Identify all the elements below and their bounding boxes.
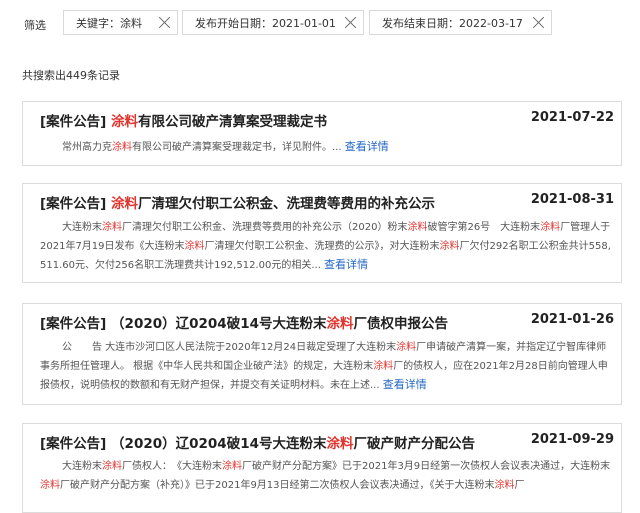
result-date: 2021-08-31 (530, 192, 614, 207)
filter-chip-start-date[interactable]: 发布开始日期：2021-01-01 (182, 10, 364, 35)
snippet-text: 厂破产财产分配方案》已于2021年3月9日经第一次债权人会议表决通过，大连粉末 (242, 461, 611, 472)
result-card: [案件公告] 涂料有限公司破产清算案受理裁定书 2021-07-22 常州高力克… (22, 101, 622, 166)
snippet-text: 有限公司破产清算案受理裁定书，详见附件。 (132, 142, 332, 153)
snippet-text: 常州高力克 (62, 142, 112, 153)
snippet-text: 大连粉末 (62, 461, 102, 472)
keyword-highlight: 涂料 (112, 142, 132, 153)
result-snippet: 大连粉末涂料厂债权人： 《大连粉末涂料厂破产财产分配方案》已于2021年3月9日… (40, 458, 614, 495)
filter-chip-end-date-text: 发布结束日期：2022-03-17 (382, 16, 523, 30)
keyword-highlight: 涂料 (373, 360, 394, 372)
close-icon[interactable] (158, 16, 171, 29)
result-title[interactable]: [案件公告] （2020）辽0204破14号大连粉末涂料厂破产财产分配公告 (40, 432, 475, 452)
result-snippet: 大连粉末涂料厂清理欠付职工公积金、洗理费等费用的补充公示（2020）粉末涂料破管… (40, 222, 611, 271)
keyword-highlight: 涂料 (102, 461, 122, 472)
result-count: 共搜索出449条记录 (22, 69, 120, 82)
filter-chip-start-date-text: 发布开始日期：2021-01-01 (195, 16, 336, 30)
filter-chip-end-date[interactable]: 发布结束日期：2022-03-17 (369, 10, 552, 35)
result-card: [案件公告] （2020）辽0204破14号大连粉末涂料厂破产财产分配公告 20… (22, 423, 622, 513)
result-title[interactable]: [案件公告] （2020）辽0204破14号大连粉末涂料厂债权申报公告 (40, 312, 448, 332)
snippet-text: 厂清理欠付职工公积金、洗理费等费用的补充公示（2020）粉末 (122, 222, 408, 233)
result-snippet: 常州高力克涂料有限公司破产清算案受理裁定书，详见附件。... 查看详情 (62, 140, 389, 153)
result-date: 2021-09-29 (530, 432, 614, 447)
close-icon[interactable] (344, 16, 357, 29)
view-details-link[interactable]: 查看详情 (383, 378, 427, 391)
result-title[interactable]: [案件公告] 涂料厂清理欠付职工公积金、洗理费等费用的补充公示 (40, 192, 435, 212)
snippet-text: 破管字第26号 大连粉末 (427, 222, 541, 233)
keyword-highlight: 涂料 (222, 461, 242, 472)
snippet-text: 公 告 大连市沙河口区人民法院于2020年12月24日裁定受理了大连粉末 (62, 342, 397, 353)
result-title[interactable]: [案件公告] 涂料有限公司破产清算案受理裁定书 (40, 110, 327, 130)
keyword-highlight: 涂料 (40, 479, 60, 491)
keyword-highlight: 涂料 (184, 240, 205, 252)
keyword-highlight: 涂料 (494, 479, 515, 491)
close-icon[interactable] (532, 16, 545, 29)
result-card: [案件公告] 涂料厂清理欠付职工公积金、洗理费等费用的补充公示 2021-08-… (22, 183, 622, 283)
result-date: 2021-01-26 (530, 312, 614, 327)
view-details-link[interactable]: 查看详情 (345, 140, 389, 153)
keyword-highlight: 涂料 (540, 222, 561, 233)
snippet-text: 厂 (514, 479, 525, 491)
result-card: [案件公告] （2020）辽0204破14号大连粉末涂料厂债权申报公告 2021… (22, 303, 622, 405)
keyword-highlight: 涂料 (102, 222, 122, 233)
filter-chip-keyword-text: 关键字：涂料 (76, 16, 142, 30)
keyword-highlight: 涂料 (396, 342, 417, 353)
result-date: 2021-07-22 (530, 110, 614, 125)
view-details-link[interactable]: 查看详情 (324, 258, 368, 271)
keyword-highlight: 涂料 (439, 240, 460, 252)
keyword-highlight: 涂料 (407, 222, 428, 233)
snippet-text: 厂债权人： 《大连粉末 (122, 461, 222, 472)
snippet-text: 大连粉末 (62, 222, 102, 233)
filter-chip-keyword[interactable]: 关键字：涂料 (63, 10, 178, 35)
filter-label: 筛选 (24, 19, 46, 32)
snippet-text: 厂破产财产分配方案（补充）》已于2021年9月13日经第二次债权人会议表决通过，… (60, 479, 495, 491)
result-snippet: 公 告 大连市沙河口区人民法院于2020年12月24日裁定受理了大连粉末涂料厂申… (40, 342, 608, 391)
snippet-text: 厂清理欠付职工公积金、洗理费的公示》，对大连粉末 (204, 240, 440, 252)
